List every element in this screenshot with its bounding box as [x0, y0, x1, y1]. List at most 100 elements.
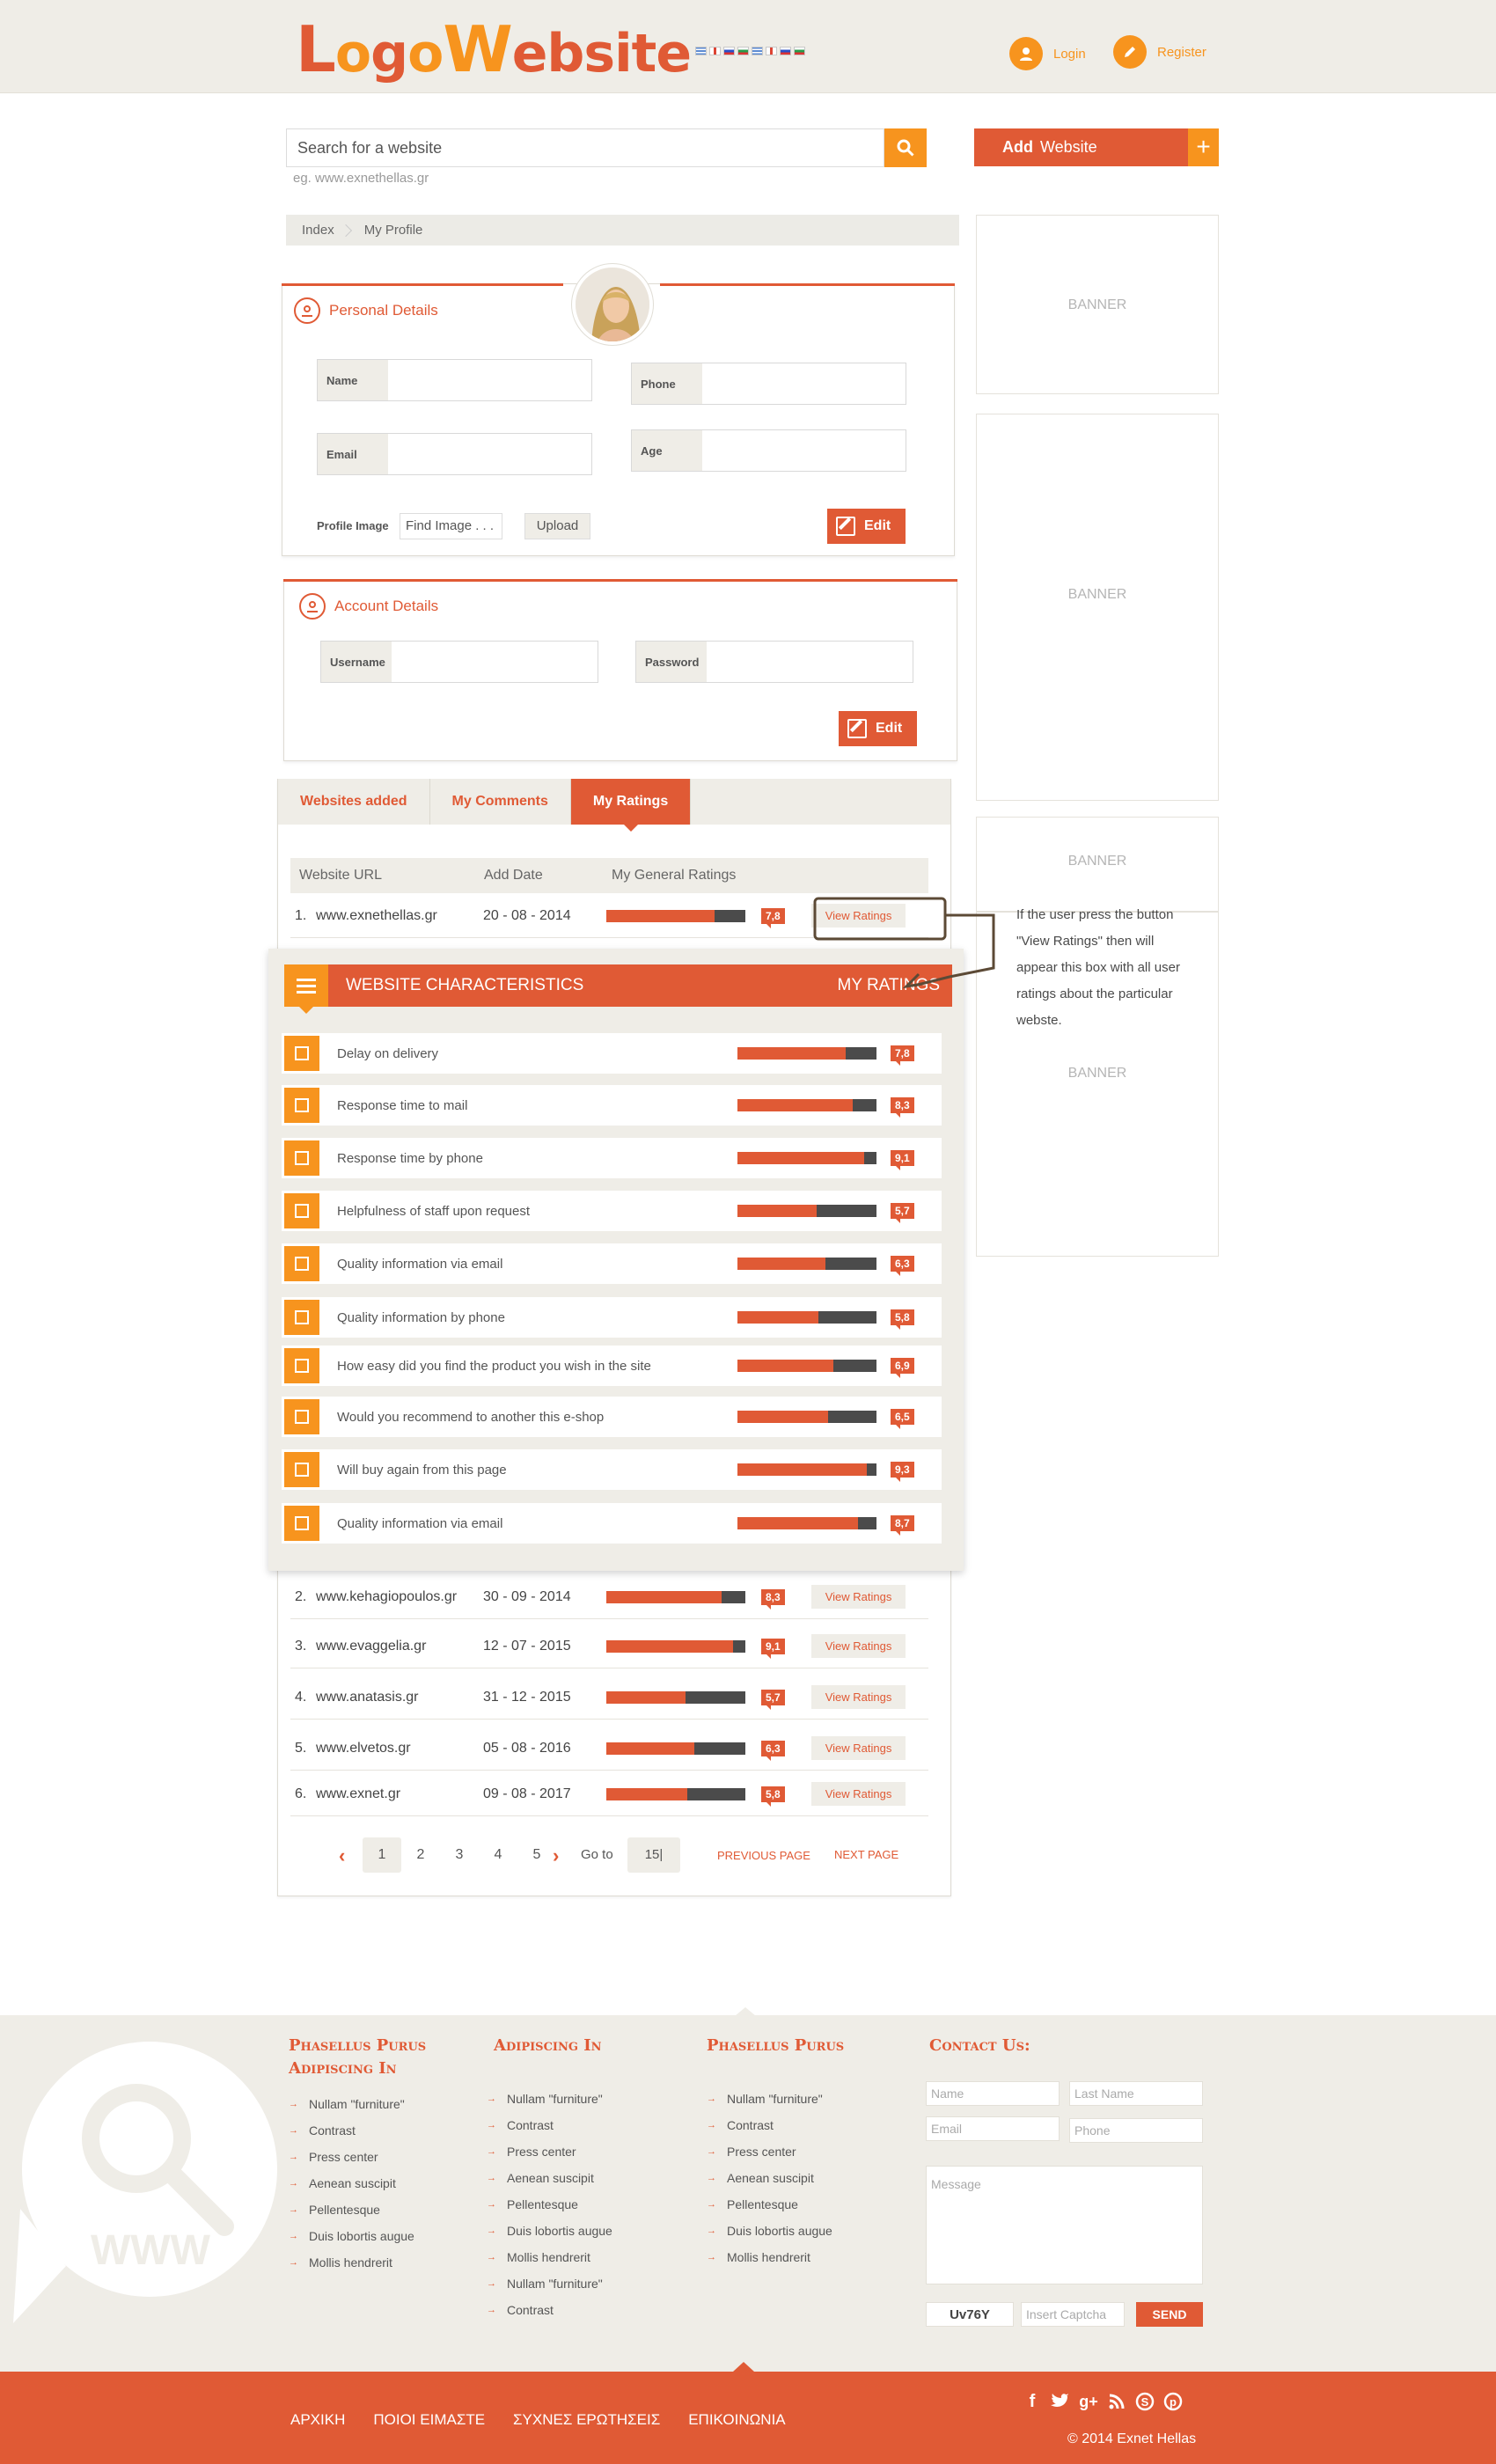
edit-personal-button[interactable]: Edit [827, 509, 906, 544]
username-field[interactable]: Username [320, 641, 598, 683]
name-field[interactable]: Name [317, 359, 592, 401]
edit-account-button[interactable]: Edit [839, 711, 917, 746]
checkbox[interactable] [284, 1506, 319, 1541]
tab-websites-added[interactable]: Websites added [278, 779, 430, 825]
twitter-icon[interactable] [1049, 2390, 1072, 2413]
contact-email-input[interactable]: Email [926, 2116, 1060, 2141]
footer-link[interactable]: Aenean suscipit [289, 2170, 414, 2196]
contact-phone-input[interactable]: Phone [1069, 2118, 1203, 2143]
page-3[interactable]: 3 [440, 1837, 479, 1873]
checkbox[interactable] [284, 1246, 319, 1281]
checkbox[interactable] [284, 1088, 319, 1123]
register-button[interactable]: Register [1113, 35, 1206, 69]
footer-link[interactable]: Mollis hendrerit [487, 2244, 612, 2270]
footer-link[interactable]: Duis lobortis augue [707, 2218, 832, 2244]
plus-icon[interactable]: + [1188, 128, 1219, 166]
row-url[interactable]: www.anatasis.gr [316, 1690, 483, 1705]
bottom-nav-link[interactable]: ΣΥΧΝΕΣ ΕΡΩΤΗΣΕΙΣ [513, 2411, 660, 2429]
footer-link[interactable]: Press center [289, 2144, 414, 2170]
page-2[interactable]: 2 [401, 1837, 440, 1873]
footer-link[interactable]: Press center [487, 2138, 612, 2165]
footer-link[interactable]: Mollis hendrerit [289, 2249, 414, 2276]
contact-message-input[interactable]: Message [926, 2166, 1203, 2284]
checkbox[interactable] [284, 1140, 319, 1176]
bottom-nav-link[interactable]: ΕΠΙΚΟΙΝΩΝΙΑ [688, 2411, 785, 2429]
previous-page-link[interactable]: PREVIOUS PAGE [717, 1849, 810, 1862]
checkbox[interactable] [284, 1399, 319, 1434]
add-website-button[interactable]: Add Website [974, 128, 1219, 166]
view-ratings-button[interactable]: View Ratings [810, 1634, 906, 1658]
captcha-input[interactable]: Insert Captcha [1021, 2302, 1125, 2327]
footer-link[interactable]: Contrast [487, 2297, 612, 2323]
google-plus-icon[interactable]: g+ [1077, 2390, 1100, 2413]
view-ratings-button[interactable]: View Ratings [810, 1782, 906, 1806]
goto-input[interactable]: 15| [627, 1837, 680, 1873]
row-url[interactable]: www.kehagiopoulos.gr [316, 1589, 483, 1605]
view-ratings-button[interactable]: View Ratings [810, 1736, 906, 1760]
footer-link[interactable]: Aenean suscipit [487, 2165, 612, 2191]
row-url[interactable]: www.exnethellas.gr [316, 908, 483, 924]
row-url[interactable]: www.evaggelia.gr [316, 1639, 483, 1654]
banner[interactable]: BANNER [976, 215, 1219, 394]
footer-link[interactable]: Pellentesque [487, 2191, 612, 2218]
footer-link[interactable]: Nullam "furniture" [707, 2086, 832, 2112]
email-field[interactable]: Email [317, 433, 592, 475]
upload-button[interactable]: Upload [524, 513, 590, 539]
page-5[interactable]: 5 [517, 1837, 556, 1873]
search-input[interactable]: Search for a website [286, 128, 884, 167]
bottom-nav-link[interactable]: ΑΡΧΙΚΗ [290, 2411, 345, 2429]
logo[interactable]: LogoWebsite [296, 12, 692, 86]
bottom-nav-link[interactable]: ΠΟΙΟΙ ΕΙΜΑΣΤΕ [373, 2411, 485, 2429]
flag-icon[interactable] [737, 47, 749, 55]
banner[interactable]: BANNER [976, 817, 1219, 912]
checkbox[interactable] [284, 1348, 319, 1383]
footer-link[interactable]: Nullam "furniture" [487, 2086, 612, 2112]
footer-link[interactable]: Pellentesque [707, 2191, 832, 2218]
banner[interactable]: BANNER [976, 414, 1219, 801]
next-page-link[interactable]: NEXT PAGE [834, 1848, 898, 1861]
tab-my-comments[interactable]: My Comments [430, 779, 571, 825]
rss-icon[interactable] [1105, 2390, 1128, 2413]
facebook-icon[interactable]: f [1021, 2390, 1044, 2413]
skype-icon[interactable]: S [1133, 2390, 1156, 2413]
flag-icon[interactable] [766, 47, 777, 55]
footer-link[interactable]: Nullam "furniture" [289, 2091, 414, 2117]
footer-link[interactable]: Contrast [289, 2117, 414, 2144]
checkbox[interactable] [284, 1300, 319, 1335]
contact-name-input[interactable]: Name [926, 2081, 1060, 2106]
row-url[interactable]: www.elvetos.gr [316, 1741, 483, 1756]
page-1[interactable]: 1 [363, 1837, 401, 1873]
flag-icon[interactable] [695, 47, 707, 55]
login-button[interactable]: Login [1009, 37, 1086, 70]
avatar[interactable] [572, 264, 653, 345]
footer-link[interactable]: Duis lobortis augue [289, 2223, 414, 2249]
find-image-input[interactable]: Find Image . . . [400, 513, 502, 539]
row-url[interactable]: www.exnet.gr [316, 1786, 483, 1802]
footer-link[interactable]: Contrast [707, 2112, 832, 2138]
flag-icon[interactable] [780, 47, 791, 55]
name-input[interactable] [388, 360, 591, 400]
checkbox[interactable] [284, 1452, 319, 1487]
footer-link[interactable]: Duis lobortis augue [487, 2218, 612, 2244]
chevron-left-icon[interactable]: ‹ [339, 1844, 345, 1867]
breadcrumb-index[interactable]: Index [302, 223, 334, 238]
menu-icon[interactable] [284, 964, 328, 1014]
age-input[interactable] [702, 430, 906, 471]
age-field[interactable]: Age [631, 429, 906, 472]
flag-icon[interactable] [794, 47, 805, 55]
tab-my-ratings[interactable]: My Ratings [570, 779, 692, 832]
phone-field[interactable]: Phone [631, 363, 906, 405]
footer-link[interactable]: Nullam "furniture" [487, 2270, 612, 2297]
contact-lastname-input[interactable]: Last Name [1069, 2081, 1203, 2106]
flag-icon[interactable] [752, 47, 763, 55]
footer-link[interactable]: Mollis hendrerit [707, 2244, 832, 2270]
password-input[interactable] [707, 642, 913, 682]
pinterest-icon[interactable]: p [1162, 2390, 1184, 2413]
send-button[interactable]: SEND [1136, 2302, 1203, 2327]
footer-link[interactable]: Press center [707, 2138, 832, 2165]
username-input[interactable] [392, 642, 598, 682]
footer-link[interactable]: Contrast [487, 2112, 612, 2138]
password-field[interactable]: Password [635, 641, 913, 683]
email-input[interactable] [388, 434, 591, 474]
search-button[interactable] [884, 128, 927, 167]
